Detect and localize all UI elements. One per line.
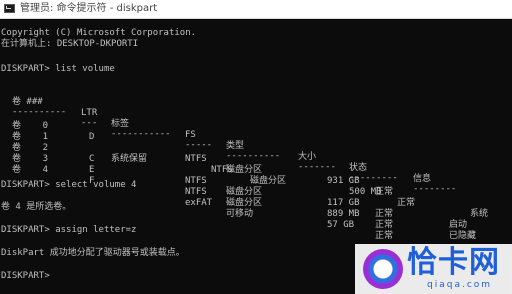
command-prompt-line[interactable]: DISKPART> bbox=[1, 271, 50, 282]
table-row: 卷 1 系统保留 NTFS 磁盘分区 500 MB 正常 系统 bbox=[0, 121, 512, 219]
cell-fs: NTFS bbox=[185, 187, 207, 197]
site-watermark-logo: 恰卡网 qiaqa.com bbox=[355, 244, 512, 294]
command-line-list-volume: DISKPART> list volume bbox=[1, 64, 115, 75]
cell-type: 可移动 bbox=[226, 209, 254, 219]
copyright-line: Copyright (C) Microsoft Corporation. bbox=[1, 28, 197, 38]
prompt: DISKPART> bbox=[1, 271, 50, 281]
prompt: DISKPART> bbox=[1, 64, 56, 74]
command-line-assign-letter: DISKPART> assign letter=z bbox=[1, 225, 136, 236]
separator: -------- bbox=[413, 184, 457, 194]
cell-size: 500 MB bbox=[349, 187, 382, 197]
window-titlebar[interactable]: 管理员: 命令提示符 - diskpart bbox=[0, 0, 512, 19]
computer-name-line: 在计算机上: DESKTOP-DKPORTI bbox=[1, 39, 139, 49]
prompt: DISKPART> bbox=[1, 225, 56, 235]
logo-domain-text: qiaqa.com bbox=[427, 280, 493, 290]
cell-fs: NTFS bbox=[185, 176, 207, 186]
cell-info: 系统 bbox=[470, 209, 489, 219]
prompt: DISKPART> bbox=[1, 180, 56, 190]
table-row: 卷 3 E NTFS 磁盘分区 889 MB 正常 已隐藏 bbox=[0, 143, 512, 241]
table-separator: ---------- --- ----------- ----- -------… bbox=[0, 96, 512, 194]
cell-status: 正常 bbox=[375, 209, 394, 219]
cell-type: 磁盘分区 bbox=[226, 198, 263, 208]
command-text: list volume bbox=[55, 64, 115, 74]
cell-size: 931 GB bbox=[327, 176, 360, 186]
cell-volume: 卷 4 bbox=[12, 165, 49, 175]
cell-size: 117 GB bbox=[327, 198, 360, 208]
cell-info: 已隐藏 bbox=[449, 231, 477, 241]
command-line-select-volume: DISKPART> select volume 4 bbox=[1, 180, 136, 191]
cell-size: 57 GB bbox=[327, 220, 355, 230]
table-row: 卷 2 C NTFS 磁盘分区 117 GB 正常 启动 bbox=[0, 132, 512, 230]
assign-output: DiskPart 成功地分配了驱动器号或装载点。 bbox=[1, 248, 185, 258]
window-title: 管理员: 命令提示符 - diskpart bbox=[20, 3, 158, 14]
cell-fs: NTFS bbox=[211, 165, 233, 175]
cell-ltr: E bbox=[89, 165, 95, 175]
cell-info: 启动 bbox=[449, 220, 468, 230]
select-output: 卷 4 是所选卷。 bbox=[1, 202, 72, 212]
table-row: 卷 4 F exFAT 可移动 57 GB 正常 bbox=[0, 154, 512, 241]
cell-type: 磁盘分区 bbox=[226, 187, 263, 197]
cell-status: 正常 bbox=[375, 231, 394, 241]
cell-fs: exFAT bbox=[185, 198, 213, 208]
cell-status: 正常 bbox=[397, 198, 416, 208]
logo-brand-text: 恰卡网 bbox=[407, 245, 500, 280]
cell-type: 磁盘分区 bbox=[250, 176, 287, 186]
command-text: assign letter=z bbox=[55, 225, 137, 235]
cell-size: 889 MB bbox=[327, 209, 360, 219]
cmd-app-icon bbox=[4, 4, 15, 13]
logo-ring-icon bbox=[363, 249, 403, 289]
cell-status: 正常 bbox=[375, 220, 394, 230]
command-text: select volume 4 bbox=[55, 180, 137, 190]
table-row: 卷 0 D NTFS 磁盘分区 931 GB 正常 bbox=[0, 110, 512, 197]
